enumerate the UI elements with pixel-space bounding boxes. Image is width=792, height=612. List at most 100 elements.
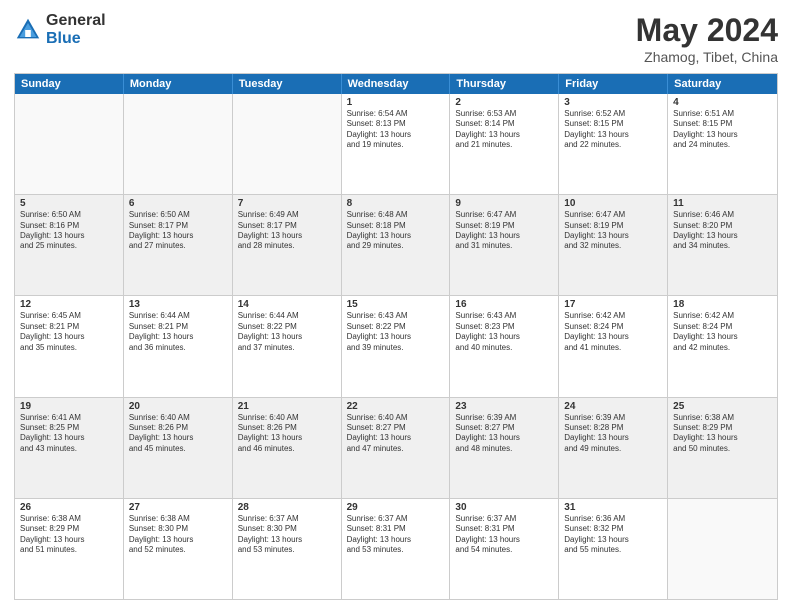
- day-info: Sunrise: 6:36 AM Sunset: 8:32 PM Dayligh…: [564, 514, 662, 556]
- logo-general-text: General: [46, 12, 106, 30]
- cal-cell-r4-c5: 31Sunrise: 6:36 AM Sunset: 8:32 PM Dayli…: [559, 499, 668, 599]
- day-number: 13: [129, 299, 227, 310]
- day-number: 22: [347, 401, 445, 412]
- logo: General Blue: [14, 12, 106, 47]
- day-number: 16: [455, 299, 553, 310]
- header-friday: Friday: [559, 74, 668, 94]
- day-number: 15: [347, 299, 445, 310]
- day-number: 24: [564, 401, 662, 412]
- header-tuesday: Tuesday: [233, 74, 342, 94]
- day-info: Sunrise: 6:42 AM Sunset: 8:24 PM Dayligh…: [673, 311, 772, 353]
- day-info: Sunrise: 6:45 AM Sunset: 8:21 PM Dayligh…: [20, 311, 118, 353]
- day-number: 28: [238, 502, 336, 513]
- cal-cell-r1-c4: 9Sunrise: 6:47 AM Sunset: 8:19 PM Daylig…: [450, 195, 559, 295]
- cal-cell-r3-c5: 24Sunrise: 6:39 AM Sunset: 8:28 PM Dayli…: [559, 398, 668, 498]
- cal-cell-r1-c2: 7Sunrise: 6:49 AM Sunset: 8:17 PM Daylig…: [233, 195, 342, 295]
- day-number: 26: [20, 502, 118, 513]
- day-number: 27: [129, 502, 227, 513]
- cal-cell-r2-c5: 17Sunrise: 6:42 AM Sunset: 8:24 PM Dayli…: [559, 296, 668, 396]
- cal-cell-r1-c1: 6Sunrise: 6:50 AM Sunset: 8:17 PM Daylig…: [124, 195, 233, 295]
- day-info: Sunrise: 6:37 AM Sunset: 8:31 PM Dayligh…: [347, 514, 445, 556]
- cal-cell-r0-c1: [124, 94, 233, 194]
- day-info: Sunrise: 6:40 AM Sunset: 8:27 PM Dayligh…: [347, 413, 445, 455]
- cal-cell-r3-c1: 20Sunrise: 6:40 AM Sunset: 8:26 PM Dayli…: [124, 398, 233, 498]
- day-info: Sunrise: 6:40 AM Sunset: 8:26 PM Dayligh…: [238, 413, 336, 455]
- day-number: 25: [673, 401, 772, 412]
- cal-cell-r2-c3: 15Sunrise: 6:43 AM Sunset: 8:22 PM Dayli…: [342, 296, 451, 396]
- day-number: 17: [564, 299, 662, 310]
- cal-cell-r1-c0: 5Sunrise: 6:50 AM Sunset: 8:16 PM Daylig…: [15, 195, 124, 295]
- day-number: 8: [347, 198, 445, 209]
- day-info: Sunrise: 6:50 AM Sunset: 8:17 PM Dayligh…: [129, 210, 227, 252]
- cal-cell-r4-c0: 26Sunrise: 6:38 AM Sunset: 8:29 PM Dayli…: [15, 499, 124, 599]
- header-saturday: Saturday: [668, 74, 777, 94]
- cal-cell-r3-c2: 21Sunrise: 6:40 AM Sunset: 8:26 PM Dayli…: [233, 398, 342, 498]
- cal-cell-r0-c3: 1Sunrise: 6:54 AM Sunset: 8:13 PM Daylig…: [342, 94, 451, 194]
- logo-icon: [14, 16, 42, 44]
- cal-cell-r1-c6: 11Sunrise: 6:46 AM Sunset: 8:20 PM Dayli…: [668, 195, 777, 295]
- cal-cell-r3-c0: 19Sunrise: 6:41 AM Sunset: 8:25 PM Dayli…: [15, 398, 124, 498]
- cal-row-1: 5Sunrise: 6:50 AM Sunset: 8:16 PM Daylig…: [15, 194, 777, 295]
- cal-cell-r4-c3: 29Sunrise: 6:37 AM Sunset: 8:31 PM Dayli…: [342, 499, 451, 599]
- day-number: 2: [455, 97, 553, 108]
- day-info: Sunrise: 6:39 AM Sunset: 8:28 PM Dayligh…: [564, 413, 662, 455]
- cal-cell-r4-c2: 28Sunrise: 6:37 AM Sunset: 8:30 PM Dayli…: [233, 499, 342, 599]
- day-info: Sunrise: 6:44 AM Sunset: 8:21 PM Dayligh…: [129, 311, 227, 353]
- day-number: 10: [564, 198, 662, 209]
- day-number: 4: [673, 97, 772, 108]
- day-info: Sunrise: 6:53 AM Sunset: 8:14 PM Dayligh…: [455, 109, 553, 151]
- cal-cell-r2-c1: 13Sunrise: 6:44 AM Sunset: 8:21 PM Dayli…: [124, 296, 233, 396]
- header-wednesday: Wednesday: [342, 74, 451, 94]
- day-number: 18: [673, 299, 772, 310]
- cal-cell-r1-c5: 10Sunrise: 6:47 AM Sunset: 8:19 PM Dayli…: [559, 195, 668, 295]
- cal-cell-r3-c3: 22Sunrise: 6:40 AM Sunset: 8:27 PM Dayli…: [342, 398, 451, 498]
- day-info: Sunrise: 6:43 AM Sunset: 8:23 PM Dayligh…: [455, 311, 553, 353]
- day-number: 20: [129, 401, 227, 412]
- title-block: May 2024 Zhamog, Tibet, China: [636, 12, 778, 65]
- day-info: Sunrise: 6:39 AM Sunset: 8:27 PM Dayligh…: [455, 413, 553, 455]
- day-number: 6: [129, 198, 227, 209]
- day-number: 9: [455, 198, 553, 209]
- day-info: Sunrise: 6:37 AM Sunset: 8:30 PM Dayligh…: [238, 514, 336, 556]
- header-sunday: Sunday: [15, 74, 124, 94]
- day-info: Sunrise: 6:38 AM Sunset: 8:29 PM Dayligh…: [673, 413, 772, 455]
- day-info: Sunrise: 6:41 AM Sunset: 8:25 PM Dayligh…: [20, 413, 118, 455]
- day-info: Sunrise: 6:54 AM Sunset: 8:13 PM Dayligh…: [347, 109, 445, 151]
- day-info: Sunrise: 6:48 AM Sunset: 8:18 PM Dayligh…: [347, 210, 445, 252]
- cal-cell-r2-c4: 16Sunrise: 6:43 AM Sunset: 8:23 PM Dayli…: [450, 296, 559, 396]
- day-info: Sunrise: 6:44 AM Sunset: 8:22 PM Dayligh…: [238, 311, 336, 353]
- cal-cell-r4-c1: 27Sunrise: 6:38 AM Sunset: 8:30 PM Dayli…: [124, 499, 233, 599]
- cal-row-3: 19Sunrise: 6:41 AM Sunset: 8:25 PM Dayli…: [15, 397, 777, 498]
- cal-row-4: 26Sunrise: 6:38 AM Sunset: 8:29 PM Dayli…: [15, 498, 777, 599]
- cal-row-2: 12Sunrise: 6:45 AM Sunset: 8:21 PM Dayli…: [15, 295, 777, 396]
- day-info: Sunrise: 6:38 AM Sunset: 8:29 PM Dayligh…: [20, 514, 118, 556]
- main-title: May 2024: [636, 12, 778, 49]
- day-info: Sunrise: 6:52 AM Sunset: 8:15 PM Dayligh…: [564, 109, 662, 151]
- cal-cell-r0-c4: 2Sunrise: 6:53 AM Sunset: 8:14 PM Daylig…: [450, 94, 559, 194]
- logo-blue-text: Blue: [46, 30, 106, 48]
- day-info: Sunrise: 6:49 AM Sunset: 8:17 PM Dayligh…: [238, 210, 336, 252]
- cal-row-0: 1Sunrise: 6:54 AM Sunset: 8:13 PM Daylig…: [15, 94, 777, 194]
- day-number: 30: [455, 502, 553, 513]
- header: General Blue May 2024 Zhamog, Tibet, Chi…: [14, 12, 778, 65]
- calendar-body: 1Sunrise: 6:54 AM Sunset: 8:13 PM Daylig…: [15, 94, 777, 599]
- day-info: Sunrise: 6:47 AM Sunset: 8:19 PM Dayligh…: [455, 210, 553, 252]
- cal-cell-r0-c2: [233, 94, 342, 194]
- day-number: 19: [20, 401, 118, 412]
- calendar: Sunday Monday Tuesday Wednesday Thursday…: [14, 73, 778, 600]
- day-number: 11: [673, 198, 772, 209]
- cal-cell-r1-c3: 8Sunrise: 6:48 AM Sunset: 8:18 PM Daylig…: [342, 195, 451, 295]
- cal-cell-r2-c6: 18Sunrise: 6:42 AM Sunset: 8:24 PM Dayli…: [668, 296, 777, 396]
- day-info: Sunrise: 6:50 AM Sunset: 8:16 PM Dayligh…: [20, 210, 118, 252]
- day-number: 23: [455, 401, 553, 412]
- cal-cell-r0-c0: [15, 94, 124, 194]
- day-info: Sunrise: 6:46 AM Sunset: 8:20 PM Dayligh…: [673, 210, 772, 252]
- cal-cell-r0-c6: 4Sunrise: 6:51 AM Sunset: 8:15 PM Daylig…: [668, 94, 777, 194]
- cal-cell-r4-c4: 30Sunrise: 6:37 AM Sunset: 8:31 PM Dayli…: [450, 499, 559, 599]
- day-info: Sunrise: 6:42 AM Sunset: 8:24 PM Dayligh…: [564, 311, 662, 353]
- cal-cell-r2-c0: 12Sunrise: 6:45 AM Sunset: 8:21 PM Dayli…: [15, 296, 124, 396]
- cal-cell-r4-c6: [668, 499, 777, 599]
- day-number: 7: [238, 198, 336, 209]
- day-info: Sunrise: 6:38 AM Sunset: 8:30 PM Dayligh…: [129, 514, 227, 556]
- day-number: 14: [238, 299, 336, 310]
